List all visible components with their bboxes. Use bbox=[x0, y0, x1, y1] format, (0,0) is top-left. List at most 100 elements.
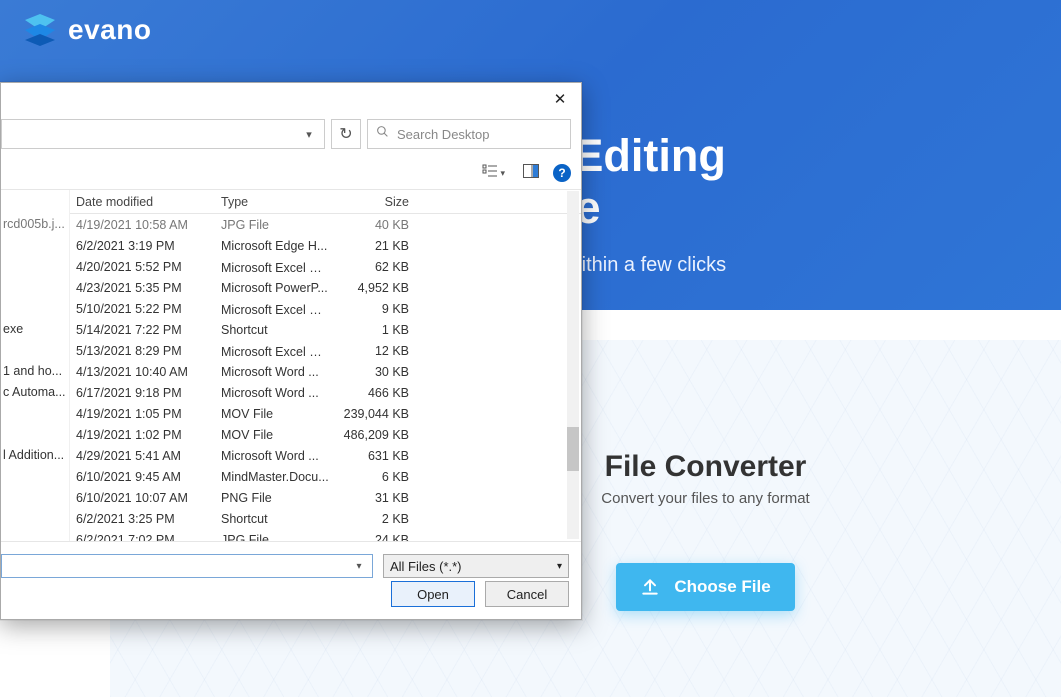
cell-date: 6/2/2021 3:19 PM bbox=[70, 239, 215, 253]
open-button[interactable]: Open bbox=[391, 581, 475, 607]
cell-date: 4/19/2021 10:58 AM bbox=[70, 218, 215, 232]
file-open-dialog: ✕ ▾ ↻ ▾ ? bbox=[0, 82, 582, 620]
table-row[interactable]: 4/20/2021 5:52 PMMicrosoft Excel 逗...62 … bbox=[70, 256, 581, 277]
cell-size: 9 KB bbox=[335, 302, 415, 316]
brand-logo[interactable]: evano bbox=[22, 12, 151, 48]
preview-pane-button[interactable] bbox=[519, 162, 543, 185]
cell-date: 5/10/2021 5:22 PM bbox=[70, 302, 215, 316]
scrollbar-track[interactable] bbox=[567, 191, 579, 539]
cancel-button[interactable]: Cancel bbox=[485, 581, 569, 607]
file-type-filter[interactable]: All Files (*.*) ▾ bbox=[383, 554, 569, 578]
list-view-icon bbox=[482, 164, 498, 183]
cell-type: Microsoft PowerP... bbox=[215, 281, 335, 295]
refresh-icon: ↻ bbox=[339, 124, 352, 144]
vertical-scrollbar[interactable] bbox=[567, 191, 579, 539]
table-row[interactable]: 4/29/2021 5:41 AMMicrosoft Word ...631 K… bbox=[70, 445, 581, 466]
breadcrumb-bar[interactable]: ▾ bbox=[1, 119, 325, 149]
cell-date: 6/2/2021 7:02 PM bbox=[70, 533, 215, 542]
cell-date: 6/10/2021 9:45 AM bbox=[70, 470, 215, 484]
cell-type: MOV File bbox=[215, 428, 335, 442]
help-icon: ? bbox=[558, 166, 565, 180]
cell-size: 6 KB bbox=[335, 470, 415, 484]
cell-type: Shortcut bbox=[215, 512, 335, 526]
chevron-down-icon: ▾ bbox=[557, 561, 562, 572]
cell-size: 30 KB bbox=[335, 365, 415, 379]
cell-type: Microsoft Excel 逗... bbox=[215, 257, 335, 276]
table-row[interactable]: 6/2/2021 3:19 PMMicrosoft Edge H...21 KB bbox=[70, 235, 581, 256]
cell-type: JPG File bbox=[215, 218, 335, 232]
cell-type: Microsoft Excel 工... bbox=[215, 299, 335, 318]
cell-date: 6/17/2021 9:18 PM bbox=[70, 386, 215, 400]
close-icon: ✕ bbox=[554, 90, 567, 108]
cell-type: Microsoft Excel 工... bbox=[215, 341, 335, 360]
cell-date: 5/14/2021 7:22 PM bbox=[70, 323, 215, 337]
table-row[interactable]: 5/13/2021 8:29 PMMicrosoft Excel 工...12 … bbox=[70, 340, 581, 361]
cell-size: 4,952 KB bbox=[335, 281, 415, 295]
search-icon bbox=[376, 125, 389, 143]
cell-size: 466 KB bbox=[335, 386, 415, 400]
cell-size: 62 KB bbox=[335, 260, 415, 274]
refresh-button[interactable]: ↻ bbox=[331, 119, 361, 149]
cell-type: Microsoft Edge H... bbox=[215, 239, 335, 253]
cell-type: Microsoft Word ... bbox=[215, 365, 335, 379]
dialog-close-button[interactable]: ✕ bbox=[547, 89, 573, 109]
cell-size: 40 KB bbox=[335, 218, 415, 232]
filename-input[interactable]: ▾ bbox=[1, 554, 373, 578]
choose-file-label: Choose File bbox=[674, 577, 770, 597]
cell-type: PNG File bbox=[215, 491, 335, 505]
cell-type: Microsoft Word ... bbox=[215, 386, 335, 400]
table-row[interactable]: 6/10/2021 10:07 AMPNG File31 KB bbox=[70, 487, 581, 508]
header-date[interactable]: Date modified bbox=[70, 195, 215, 209]
table-row[interactable]: 4/19/2021 1:05 PMMOV File239,044 KB bbox=[70, 403, 581, 424]
table-row[interactable]: 4/23/2021 5:35 PMMicrosoft PowerP...4,95… bbox=[70, 277, 581, 298]
cell-type: Shortcut bbox=[215, 323, 335, 337]
table-row[interactable]: 5/10/2021 5:22 PMMicrosoft Excel 工...9 K… bbox=[70, 298, 581, 319]
table-row[interactable]: 6/2/2021 7:02 PMJPG File24 KB bbox=[70, 529, 581, 541]
header-size[interactable]: Size bbox=[335, 195, 415, 209]
search-box[interactable] bbox=[367, 119, 571, 149]
table-row[interactable]: 4/19/2021 1:02 PMMOV File486,209 KB bbox=[70, 424, 581, 445]
cell-date: 4/29/2021 5:41 AM bbox=[70, 449, 215, 463]
cell-size: 1 KB bbox=[335, 323, 415, 337]
table-row[interactable]: 4/19/2021 10:58 AMJPG File40 KB bbox=[70, 214, 581, 235]
brand-name: evano bbox=[68, 14, 151, 46]
cell-type: MindMaster.Docu... bbox=[215, 470, 335, 484]
table-row[interactable]: 6/2/2021 3:25 PMShortcut2 KB bbox=[70, 508, 581, 529]
table-row[interactable]: 6/17/2021 9:18 PMMicrosoft Word ...466 K… bbox=[70, 382, 581, 403]
cell-date: 5/13/2021 8:29 PM bbox=[70, 344, 215, 358]
view-toolbar: ▾ ? bbox=[478, 161, 571, 185]
upload-icon bbox=[640, 577, 660, 597]
search-input[interactable] bbox=[397, 127, 562, 142]
column-headers[interactable]: Date modified Type Size bbox=[70, 190, 581, 214]
cell-date: 4/19/2021 1:02 PM bbox=[70, 428, 215, 442]
cell-date: 6/2/2021 3:25 PM bbox=[70, 512, 215, 526]
help-button[interactable]: ? bbox=[553, 164, 571, 182]
cell-size: 31 KB bbox=[335, 491, 415, 505]
preview-pane-icon bbox=[523, 164, 539, 183]
chevron-down-icon[interactable]: ▾ bbox=[350, 561, 368, 572]
table-row[interactable]: 4/13/2021 10:40 AMMicrosoft Word ...30 K… bbox=[70, 361, 581, 382]
table-row[interactable]: 6/10/2021 9:45 AMMindMaster.Docu...6 KB bbox=[70, 466, 581, 487]
dialog-footer: ▾ All Files (*.*) ▾ Open Cancel bbox=[1, 541, 581, 619]
cell-date: 4/13/2021 10:40 AM bbox=[70, 365, 215, 379]
cell-date: 4/20/2021 5:52 PM bbox=[70, 260, 215, 274]
cell-date: 4/23/2021 5:35 PM bbox=[70, 281, 215, 295]
file-list: Date modified Type Size 4/19/2021 10:58 … bbox=[1, 189, 581, 541]
cell-size: 486,209 KB bbox=[335, 428, 415, 442]
cell-size: 21 KB bbox=[335, 239, 415, 253]
view-mode-button[interactable]: ▾ bbox=[478, 162, 509, 185]
cell-type: JPG File bbox=[215, 533, 335, 542]
cell-type: MOV File bbox=[215, 407, 335, 421]
cell-size: 24 KB bbox=[335, 533, 415, 542]
scrollbar-thumb[interactable] bbox=[567, 427, 579, 471]
filter-label: All Files (*.*) bbox=[390, 559, 462, 574]
header-type[interactable]: Type bbox=[215, 195, 335, 209]
table-row[interactable]: 5/14/2021 7:22 PMShortcut1 KB bbox=[70, 319, 581, 340]
cell-date: 6/10/2021 10:07 AM bbox=[70, 491, 215, 505]
chevron-down-icon[interactable]: ▾ bbox=[298, 120, 320, 148]
chevron-down-icon: ▾ bbox=[500, 168, 505, 179]
address-bar-row: ▾ ↻ bbox=[1, 119, 571, 149]
cell-type: Microsoft Word ... bbox=[215, 449, 335, 463]
choose-file-button[interactable]: Choose File bbox=[616, 563, 794, 611]
cell-date: 4/19/2021 1:05 PM bbox=[70, 407, 215, 421]
